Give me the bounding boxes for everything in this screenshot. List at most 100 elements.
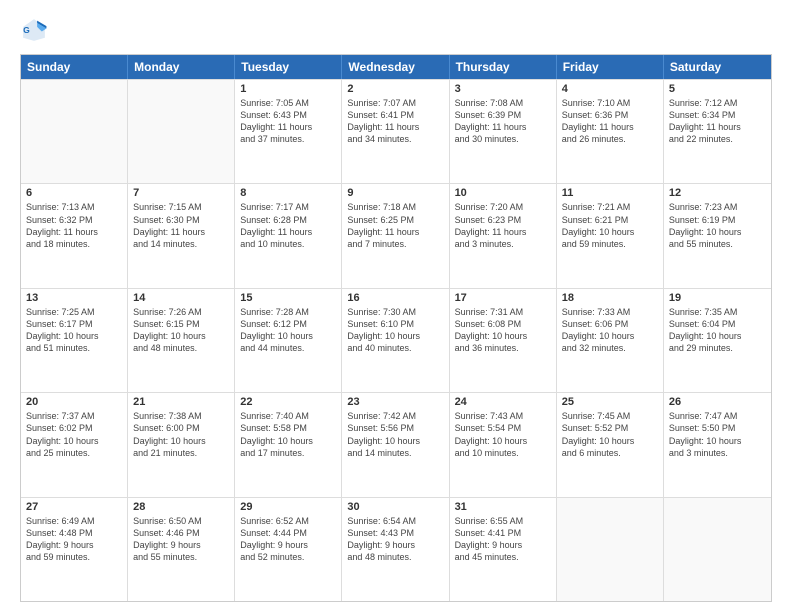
cell-info-line: Sunset: 4:44 PM	[240, 527, 336, 539]
cell-info-line: Sunset: 6:25 PM	[347, 214, 443, 226]
empty-cell-4-6	[664, 498, 771, 601]
cell-info-line: Sunrise: 7:35 AM	[669, 306, 766, 318]
day-number: 27	[26, 501, 122, 513]
day-cell-25: 25Sunrise: 7:45 AMSunset: 5:52 PMDayligh…	[557, 393, 664, 496]
weekday-header-friday: Friday	[557, 55, 664, 79]
cell-info-line: and 14 minutes.	[347, 447, 443, 459]
day-cell-14: 14Sunrise: 7:26 AMSunset: 6:15 PMDayligh…	[128, 289, 235, 392]
calendar-row-2: 13Sunrise: 7:25 AMSunset: 6:17 PMDayligh…	[21, 288, 771, 392]
day-cell-29: 29Sunrise: 6:52 AMSunset: 4:44 PMDayligh…	[235, 498, 342, 601]
empty-cell-0-1	[128, 80, 235, 183]
cell-info-line: Daylight: 11 hours	[240, 226, 336, 238]
day-number: 12	[669, 187, 766, 199]
cell-info-line: Daylight: 11 hours	[562, 121, 658, 133]
cell-info-line: Sunset: 6:19 PM	[669, 214, 766, 226]
cell-info-line: and 52 minutes.	[240, 551, 336, 563]
day-cell-27: 27Sunrise: 6:49 AMSunset: 4:48 PMDayligh…	[21, 498, 128, 601]
day-number: 20	[26, 396, 122, 408]
day-cell-13: 13Sunrise: 7:25 AMSunset: 6:17 PMDayligh…	[21, 289, 128, 392]
header: G	[20, 16, 772, 44]
cell-info-line: and 59 minutes.	[562, 238, 658, 250]
day-cell-19: 19Sunrise: 7:35 AMSunset: 6:04 PMDayligh…	[664, 289, 771, 392]
cell-info-line: Daylight: 10 hours	[347, 330, 443, 342]
day-cell-2: 2Sunrise: 7:07 AMSunset: 6:41 PMDaylight…	[342, 80, 449, 183]
cell-info-line: Sunrise: 6:55 AM	[455, 515, 551, 527]
cell-info-line: Sunrise: 7:26 AM	[133, 306, 229, 318]
day-cell-24: 24Sunrise: 7:43 AMSunset: 5:54 PMDayligh…	[450, 393, 557, 496]
day-number: 22	[240, 396, 336, 408]
cell-info-line: Sunset: 6:10 PM	[347, 318, 443, 330]
day-number: 3	[455, 83, 551, 95]
cell-info-line: Daylight: 11 hours	[347, 226, 443, 238]
cell-info-line: Sunrise: 7:33 AM	[562, 306, 658, 318]
day-cell-26: 26Sunrise: 7:47 AMSunset: 5:50 PMDayligh…	[664, 393, 771, 496]
cell-info-line: Daylight: 10 hours	[669, 435, 766, 447]
cell-info-line: Sunrise: 7:10 AM	[562, 97, 658, 109]
day-cell-22: 22Sunrise: 7:40 AMSunset: 5:58 PMDayligh…	[235, 393, 342, 496]
cell-info-line: Sunrise: 7:43 AM	[455, 410, 551, 422]
cell-info-line: and 18 minutes.	[26, 238, 122, 250]
cell-info-line: and 3 minutes.	[669, 447, 766, 459]
day-number: 29	[240, 501, 336, 513]
cell-info-line: Sunrise: 7:45 AM	[562, 410, 658, 422]
cell-info-line: Daylight: 10 hours	[240, 330, 336, 342]
logo: G	[20, 16, 52, 44]
day-number: 31	[455, 501, 551, 513]
calendar: SundayMondayTuesdayWednesdayThursdayFrid…	[20, 54, 772, 602]
day-cell-8: 8Sunrise: 7:17 AMSunset: 6:28 PMDaylight…	[235, 184, 342, 287]
cell-info-line: Sunrise: 7:40 AM	[240, 410, 336, 422]
weekday-header-thursday: Thursday	[450, 55, 557, 79]
cell-info-line: Sunrise: 6:52 AM	[240, 515, 336, 527]
weekday-header-saturday: Saturday	[664, 55, 771, 79]
day-number: 5	[669, 83, 766, 95]
weekday-header-sunday: Sunday	[21, 55, 128, 79]
cell-info-line: Sunrise: 7:13 AM	[26, 201, 122, 213]
day-cell-1: 1Sunrise: 7:05 AMSunset: 6:43 PMDaylight…	[235, 80, 342, 183]
calendar-row-4: 27Sunrise: 6:49 AMSunset: 4:48 PMDayligh…	[21, 497, 771, 601]
weekday-header-tuesday: Tuesday	[235, 55, 342, 79]
cell-info-line: Daylight: 10 hours	[562, 330, 658, 342]
cell-info-line: Sunrise: 6:50 AM	[133, 515, 229, 527]
day-cell-17: 17Sunrise: 7:31 AMSunset: 6:08 PMDayligh…	[450, 289, 557, 392]
cell-info-line: Sunrise: 7:47 AM	[669, 410, 766, 422]
cell-info-line: Sunrise: 6:49 AM	[26, 515, 122, 527]
cell-info-line: Daylight: 11 hours	[240, 121, 336, 133]
day-number: 13	[26, 292, 122, 304]
cell-info-line: Daylight: 10 hours	[562, 226, 658, 238]
cell-info-line: and 36 minutes.	[455, 342, 551, 354]
cell-info-line: and 32 minutes.	[562, 342, 658, 354]
cell-info-line: Sunrise: 6:54 AM	[347, 515, 443, 527]
cell-info-line: and 29 minutes.	[669, 342, 766, 354]
day-number: 7	[133, 187, 229, 199]
day-number: 6	[26, 187, 122, 199]
cell-info-line: Sunset: 6:08 PM	[455, 318, 551, 330]
cell-info-line: Sunrise: 7:30 AM	[347, 306, 443, 318]
cell-info-line: Daylight: 11 hours	[455, 121, 551, 133]
day-number: 24	[455, 396, 551, 408]
logo-icon: G	[20, 16, 48, 44]
cell-info-line: and 34 minutes.	[347, 133, 443, 145]
cell-info-line: Sunrise: 7:17 AM	[240, 201, 336, 213]
cell-info-line: Sunset: 6:23 PM	[455, 214, 551, 226]
cell-info-line: and 40 minutes.	[347, 342, 443, 354]
cell-info-line: Sunset: 6:39 PM	[455, 109, 551, 121]
cell-info-line: and 6 minutes.	[562, 447, 658, 459]
day-number: 15	[240, 292, 336, 304]
cell-info-line: Daylight: 9 hours	[347, 539, 443, 551]
day-cell-21: 21Sunrise: 7:38 AMSunset: 6:00 PMDayligh…	[128, 393, 235, 496]
cell-info-line: and 45 minutes.	[455, 551, 551, 563]
cell-info-line: and 14 minutes.	[133, 238, 229, 250]
calendar-row-0: 1Sunrise: 7:05 AMSunset: 6:43 PMDaylight…	[21, 79, 771, 183]
calendar-header: SundayMondayTuesdayWednesdayThursdayFrid…	[21, 55, 771, 79]
cell-info-line: Sunset: 6:36 PM	[562, 109, 658, 121]
day-number: 1	[240, 83, 336, 95]
cell-info-line: Daylight: 10 hours	[133, 435, 229, 447]
cell-info-line: and 55 minutes.	[669, 238, 766, 250]
cell-info-line: and 44 minutes.	[240, 342, 336, 354]
cell-info-line: Sunrise: 7:31 AM	[455, 306, 551, 318]
empty-cell-4-5	[557, 498, 664, 601]
cell-info-line: Sunset: 6:32 PM	[26, 214, 122, 226]
cell-info-line: Sunrise: 7:12 AM	[669, 97, 766, 109]
cell-info-line: and 21 minutes.	[133, 447, 229, 459]
day-cell-28: 28Sunrise: 6:50 AMSunset: 4:46 PMDayligh…	[128, 498, 235, 601]
